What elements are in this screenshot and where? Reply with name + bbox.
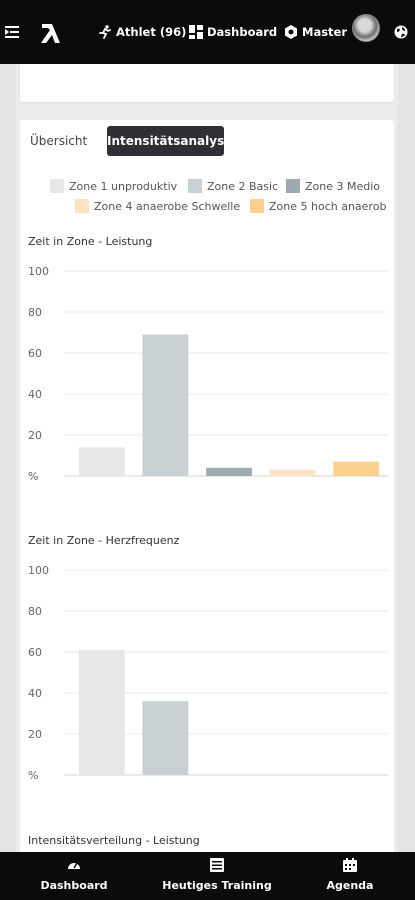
nav-dashboard-label: Dashboard [40, 879, 108, 892]
chart-title-leistung: Zeit in Zone - Leistung [28, 235, 153, 248]
bar-2 [142, 701, 189, 775]
runner-icon [99, 25, 111, 39]
dashboard-menu[interactable]: Dashboard [189, 22, 277, 42]
legend-item-zone3[interactable]: Zone 3 Medio [286, 179, 380, 193]
bar-5 [333, 461, 380, 476]
legend-item-zone5[interactable]: Zone 5 hoch anaerob [250, 199, 386, 213]
bar-4 [269, 469, 316, 476]
dashboard-label: Dashboard [207, 25, 278, 39]
master-label: Master [302, 25, 348, 39]
legend-swatch [286, 179, 300, 193]
legend-label: Zone 2 Basic [207, 179, 279, 193]
y-tick-label: 100 [28, 265, 49, 278]
gear-icon [285, 25, 297, 39]
chart-zeit-in-zone-herzfrequenz: % 20 40 60 80 100 [28, 564, 388, 782]
legend-label: Zone 5 hoch anaerob [269, 199, 387, 213]
legend-item-zone1[interactable]: Zone 1 unproduktiv [50, 179, 177, 193]
legend-label: Zone 3 Medio [305, 179, 381, 193]
y-tick-label: 60 [28, 646, 42, 659]
top-navbar: Athlet (96) Dashboard Master [0, 0, 415, 64]
y-tick-label: 80 [28, 605, 42, 618]
legend-item-zone2[interactable]: Zone 2 Basic [188, 179, 278, 193]
legend-swatch [250, 199, 264, 213]
athlet-label: Athlet (96) [116, 25, 187, 39]
chart-title-herzfrequenz: Zeit in Zone - Herzfrequenz [28, 534, 180, 547]
legend-swatch [188, 179, 202, 193]
legend-swatch [50, 179, 64, 193]
bottom-navigation: Dashboard Heutiges Training Agenda [0, 852, 415, 900]
bar-2 [142, 334, 189, 476]
legend-label: Zone 1 unproduktiv [69, 179, 178, 193]
globe-icon[interactable] [394, 25, 408, 39]
y-tick-label: 100 [28, 564, 49, 577]
gauge-icon [68, 862, 80, 869]
nav-agenda-label: Agenda [326, 879, 374, 892]
user-avatar[interactable] [352, 14, 380, 42]
nav-agenda[interactable]: Agenda [285, 852, 415, 900]
y-tick-label: 40 [28, 687, 42, 700]
training-list-icon [210, 858, 224, 872]
y-tick-label: 40 [28, 388, 42, 401]
legend-swatch [75, 199, 89, 213]
tab-intensitaetsanalyse[interactable]: Intensitätsanalyse [107, 126, 232, 156]
nav-heutiges-training[interactable]: Heutiges Training [152, 852, 282, 900]
chart-zeit-in-zone-leistung: % 20 40 60 80 100 [28, 265, 388, 483]
bar-1 [78, 447, 125, 476]
menu-toggle-icon[interactable] [4, 24, 20, 40]
y-tick-label: % [28, 769, 38, 782]
y-tick-label: 20 [28, 728, 42, 741]
y-tick-label: 80 [28, 306, 42, 319]
section-title-intensitaetsverteilung: Intensitätsverteilung - Leistung [28, 834, 200, 847]
bar-3 [206, 467, 252, 476]
bar-1 [78, 649, 125, 775]
tab-uebersicht[interactable]: Übersicht [30, 126, 87, 156]
master-menu[interactable]: Master [284, 22, 347, 42]
y-tick-label: % [28, 470, 38, 483]
calendar-icon [343, 858, 357, 872]
previous-card [20, 64, 394, 102]
legend-item-zone4[interactable]: Zone 4 anaerobe Schwelle [75, 199, 240, 213]
legend-label: Zone 4 anaerobe Schwelle [94, 199, 241, 213]
y-tick-label: 60 [28, 347, 42, 360]
y-tick-label: 20 [28, 429, 42, 442]
dashboard-grid-icon [189, 25, 203, 39]
app-logo[interactable] [38, 18, 62, 44]
nav-heutiges-training-label: Heutiges Training [162, 879, 272, 892]
nav-dashboard[interactable]: Dashboard [9, 852, 139, 900]
athlet-menu[interactable]: Athlet (96) [98, 22, 186, 42]
